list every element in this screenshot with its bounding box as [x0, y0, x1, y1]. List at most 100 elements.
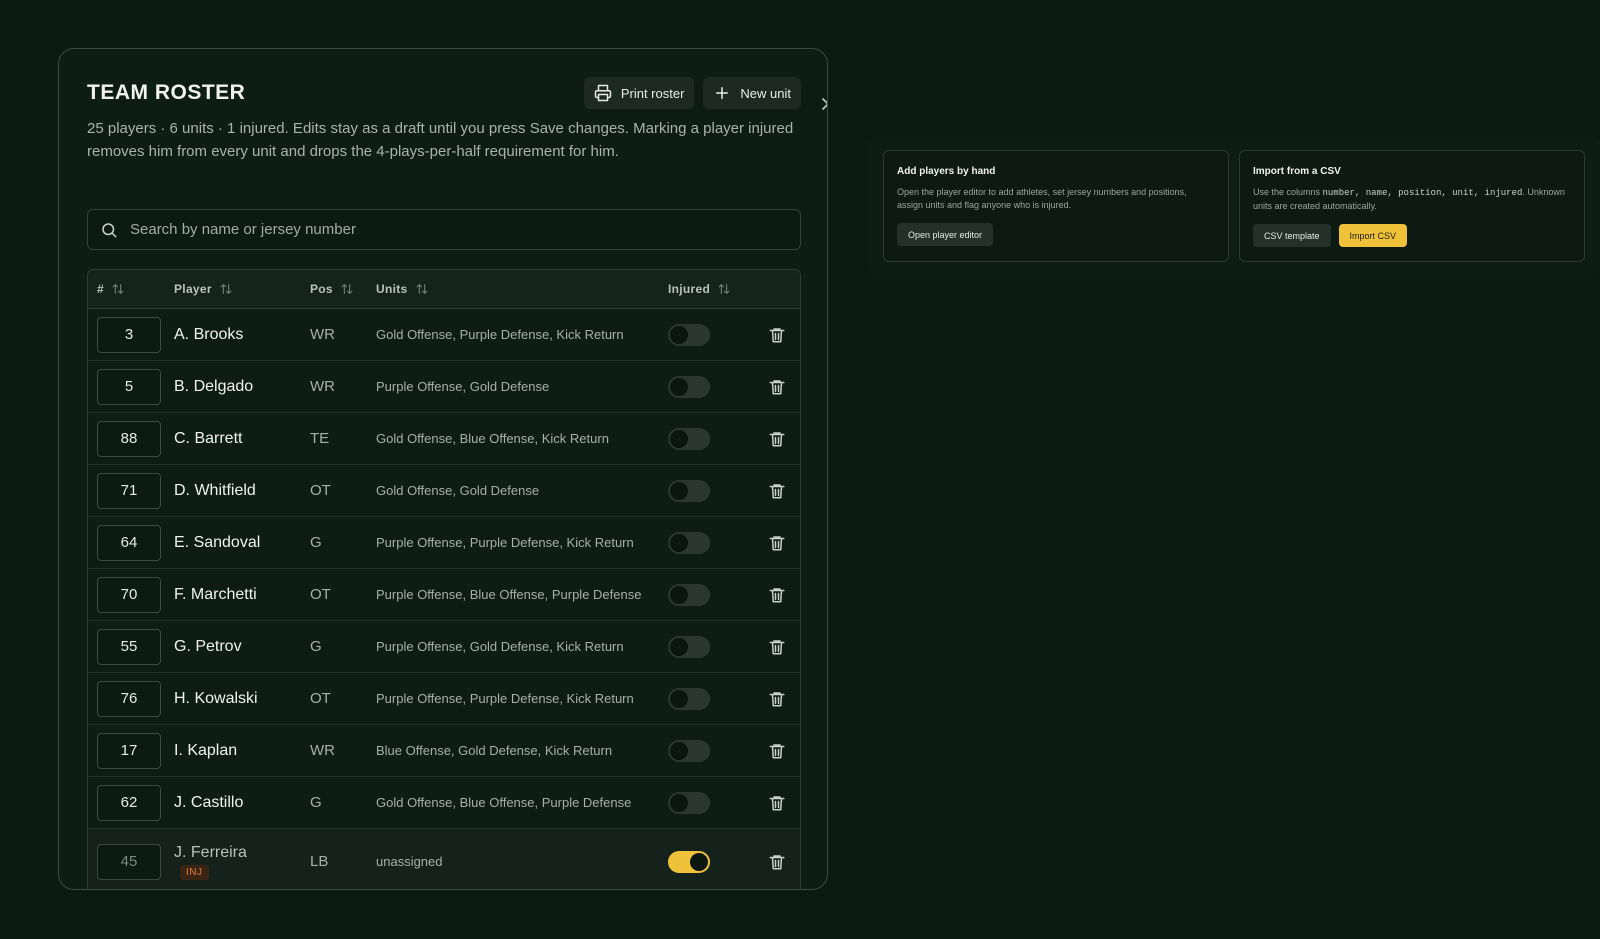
table-row: 71 D. Whitfield OT Gold Offense, Gold Defen…	[88, 465, 800, 517]
jersey-number-input[interactable]: 76	[97, 680, 161, 717]
toggle-knob	[670, 325, 688, 344]
player-units: unassigned	[376, 853, 443, 869]
roster-description: 25 players · 6 units · 1 injured. Edits …	[87, 120, 794, 160]
injured-toggle[interactable]	[668, 791, 710, 814]
trash-icon[interactable]	[768, 482, 786, 500]
injured-cell	[668, 635, 754, 658]
search-input[interactable]	[130, 221, 770, 238]
player-units: Purple Offense, Purple Defense, Kick Ret…	[376, 690, 634, 706]
jersey-number-input[interactable]: 17	[97, 732, 161, 769]
units-cell: Purple Offense, Purple Defense, Kick Ret…	[376, 690, 668, 708]
injured-toggle[interactable]	[668, 635, 710, 658]
position-cell: TE	[310, 430, 376, 448]
position-cell: OT	[310, 690, 376, 708]
printer-icon	[594, 84, 612, 102]
csv-template-button[interactable]: CSV template	[1253, 224, 1331, 247]
trash-icon[interactable]	[768, 378, 786, 396]
jersey-number-input[interactable]: 88	[97, 420, 161, 457]
jersey-cell: 3	[88, 316, 174, 353]
import-panel: Add players by hand Open the player edit…	[868, 136, 1600, 274]
jersey-number-input[interactable]: 64	[97, 524, 161, 561]
injured-cell	[668, 687, 754, 710]
column-header-injured[interactable]: Injured	[668, 282, 754, 296]
sort-icon	[220, 284, 232, 294]
player-position: OT	[310, 481, 331, 499]
header-actions: Print roster New unit	[583, 77, 801, 109]
jersey-cell: 70	[88, 576, 174, 613]
injured-toggle[interactable]	[668, 850, 710, 873]
injured-toggle[interactable]	[668, 427, 710, 450]
open-player-editor-button[interactable]: Open player editor	[897, 223, 994, 246]
player-units: Blue Offense, Gold Defense, Kick Return	[376, 742, 613, 758]
csv-import-card: Import from a CSV Use the columns number…	[1239, 150, 1585, 262]
position-cell: OT	[310, 482, 376, 500]
trash-icon[interactable]	[768, 586, 786, 604]
units-cell: Purple Offense, Gold Defense, Kick Retur…	[376, 638, 668, 656]
player-units: Purple Offense, Blue Offense, Purple Def…	[376, 586, 642, 602]
table-row: 17 I. Kaplan WR Blue Offense, Gold Defense,…	[88, 725, 800, 777]
injured-toggle[interactable]	[668, 739, 710, 762]
trash-icon[interactable]	[768, 326, 786, 344]
units-cell: Purple Offense, Gold Defense	[376, 378, 668, 396]
jersey-number-input[interactable]: 5	[97, 368, 161, 405]
delete-cell	[754, 638, 800, 656]
player-position: WR	[310, 325, 335, 343]
injured-toggle[interactable]	[668, 687, 710, 710]
injured-toggle[interactable]	[668, 531, 710, 554]
print-roster-button[interactable]: Print roster	[583, 77, 695, 109]
delete-cell	[754, 794, 800, 812]
player-name: I. Kaplan	[174, 742, 238, 759]
injured-toggle[interactable]	[668, 323, 710, 346]
player-cell: A. Brooks	[174, 323, 310, 346]
manual-entry-actions: Open player editor	[897, 223, 1215, 246]
toggle-knob	[670, 377, 688, 396]
trash-icon[interactable]	[768, 742, 786, 760]
position-cell: WR	[310, 326, 376, 344]
jersey-number-input[interactable]: 71	[97, 472, 161, 509]
csv-columns: number, name, position, unit, injured	[1322, 188, 1523, 198]
jersey-cell: 55	[88, 628, 174, 665]
header-label: Pos	[310, 282, 333, 296]
new-unit-button[interactable]: New unit	[703, 77, 801, 109]
column-header-pos[interactable]: Pos	[310, 282, 376, 296]
jersey-number-input[interactable]: 70	[97, 576, 161, 613]
table-row: 88 C. Barrett TE Gold Offense, Blue Offense…	[88, 413, 800, 465]
injured-toggle[interactable]	[668, 583, 710, 606]
player-units: Gold Offense, Gold Defense	[376, 482, 540, 498]
trash-icon[interactable]	[768, 853, 786, 871]
table-row: 45 J. Ferreira INJ LB unassigned	[88, 829, 800, 889]
trash-icon[interactable]	[768, 638, 786, 656]
trash-icon[interactable]	[768, 534, 786, 552]
jersey-number-input[interactable]: 55	[97, 628, 161, 665]
trash-icon[interactable]	[768, 794, 786, 812]
delete-cell	[754, 482, 800, 500]
player-units: Purple Offense, Purple Defense, Kick Ret…	[376, 534, 634, 550]
jersey-number-input[interactable]: 45	[97, 843, 161, 880]
import-csv-button[interactable]: Import CSV	[1338, 224, 1408, 247]
jersey-number-input[interactable]: 62	[97, 784, 161, 821]
injured-toggle[interactable]	[668, 479, 710, 502]
units-cell: Gold Offense, Purple Defense, Kick Retur…	[376, 326, 668, 344]
column-header-units[interactable]: Units	[376, 282, 668, 296]
table-header: # Player Pos Units Injured	[88, 270, 800, 309]
player-units: Gold Offense, Blue Offense, Kick Return	[376, 430, 609, 446]
new-unit-label: New unit	[740, 85, 791, 101]
column-header-number[interactable]: #	[88, 282, 174, 296]
position-cell: G	[310, 638, 376, 656]
player-position: TE	[310, 429, 330, 447]
column-header-player[interactable]: Player	[174, 282, 310, 296]
player-cell: E. Sandoval	[174, 531, 310, 554]
close-icon[interactable]	[821, 97, 828, 111]
jersey-number-input[interactable]: 3	[97, 316, 161, 353]
toggle-knob	[670, 793, 688, 812]
player-name: H. Kowalski	[174, 690, 258, 707]
sort-icon	[416, 284, 427, 294]
toggle-knob	[670, 741, 688, 760]
units-cell: Gold Offense, Blue Offense, Kick Return	[376, 430, 668, 448]
trash-icon[interactable]	[768, 690, 786, 708]
trash-icon[interactable]	[768, 430, 786, 448]
injured-toggle[interactable]	[668, 375, 710, 398]
player-name: A. Brooks	[174, 326, 244, 343]
injured-cell	[668, 583, 754, 606]
player-position: G	[310, 533, 322, 551]
